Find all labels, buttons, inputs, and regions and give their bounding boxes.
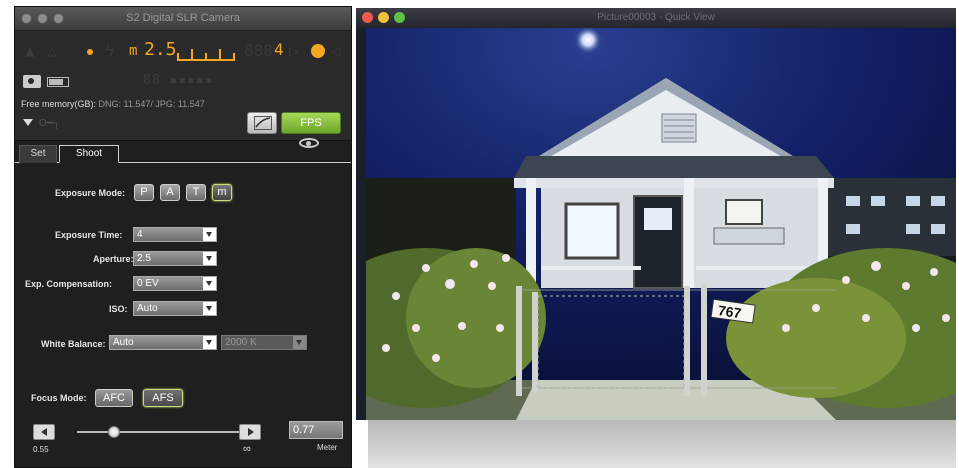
record-indicator bbox=[311, 44, 325, 58]
aperture-label: Aperture: bbox=[93, 254, 134, 264]
exposure-mode-label: Exposure Mode: bbox=[55, 188, 126, 198]
key-icon: O━┐ bbox=[39, 118, 60, 129]
camera-control-window: S2 Digital SLR Camera ▲ △ ϟ m 2.5 888 4 … bbox=[14, 6, 352, 468]
meter-unit-label: Meter bbox=[317, 443, 338, 452]
chevron-down-icon bbox=[203, 228, 216, 241]
exposure-time-select[interactable]: 4 bbox=[133, 227, 217, 242]
aperture-select[interactable]: 2.5 bbox=[133, 251, 217, 266]
led-dim-triangle: ▷ bbox=[289, 41, 299, 60]
mode-a-button[interactable]: A bbox=[160, 184, 180, 201]
quick-view-title-bar: Picture00003 - Quick View bbox=[356, 8, 956, 28]
chevron-down-icon bbox=[203, 302, 216, 315]
chevron-down-icon bbox=[203, 336, 216, 349]
led-count: 4 bbox=[274, 40, 284, 59]
free-memory-label: Free memory(GB): bbox=[21, 99, 97, 109]
kelvin-select[interactable]: 2000 K bbox=[221, 335, 307, 350]
exp-compensation-select[interactable]: 0 EV bbox=[133, 276, 217, 291]
fps-button[interactable]: FPS bbox=[281, 112, 341, 134]
afs-button[interactable]: AFS bbox=[143, 389, 183, 407]
iso-select[interactable]: Auto bbox=[133, 301, 217, 316]
mode-t-button[interactable]: T bbox=[186, 184, 206, 201]
chevron-down-icon bbox=[203, 252, 216, 265]
infinity-label: ∞ bbox=[243, 443, 251, 455]
focus-min-label: 0.55 bbox=[33, 445, 49, 454]
battery-icon bbox=[47, 77, 69, 87]
focus-near-button[interactable] bbox=[33, 424, 55, 440]
house-photo: 767 bbox=[366, 28, 956, 420]
focus-far-button[interactable] bbox=[239, 424, 261, 440]
exposure-scale bbox=[177, 41, 235, 61]
led-indicator-dot bbox=[87, 49, 93, 55]
tab-bar: Set Shoot bbox=[15, 143, 351, 163]
flash-icon: ϟ bbox=[105, 41, 115, 60]
photo-preview: 767 bbox=[366, 28, 956, 420]
quick-view-window: Picture00003 - Quick View 767 bbox=[356, 8, 956, 420]
camera-icon bbox=[23, 75, 41, 88]
chevron-down-icon bbox=[293, 336, 306, 349]
focus-distance-field[interactable]: 0.77 bbox=[289, 421, 343, 439]
camera-status-panel: ▲ △ ϟ m 2.5 888 4 ▷ ◁ 88 ▪▪▪▪▪ Free memo… bbox=[15, 31, 351, 148]
free-memory: Free memory(GB): DNG: 11.547/ JPG: 11.54… bbox=[21, 99, 205, 109]
house-number-text: 767 bbox=[717, 302, 743, 321]
exposure-time-label: Exposure Time: bbox=[55, 230, 123, 240]
tab-set[interactable]: Set bbox=[19, 145, 57, 163]
led-mode: m bbox=[129, 43, 138, 59]
control-title-bar: S2 Digital SLR Camera bbox=[15, 7, 351, 31]
led-aperture: 2.5 bbox=[144, 39, 177, 60]
white-balance-select[interactable]: Auto bbox=[109, 335, 217, 350]
focus-slider-track[interactable] bbox=[77, 431, 245, 433]
quick-view-title: Picture00003 - Quick View bbox=[597, 12, 715, 23]
white-balance-label: White Balance: bbox=[41, 339, 106, 349]
window-shadow-area bbox=[368, 420, 956, 468]
exp-compensation-label: Exp. Compensation: bbox=[25, 279, 113, 289]
disclosure-triangle-icon[interactable] bbox=[23, 119, 33, 126]
led-dim-digits: 888 bbox=[244, 41, 273, 60]
focus-slider-knob[interactable] bbox=[107, 426, 120, 438]
focus-mode-label: Focus Mode: bbox=[31, 393, 87, 403]
window-title: S2 Digital SLR Camera bbox=[126, 12, 240, 24]
curve-button[interactable] bbox=[247, 112, 277, 134]
free-memory-value: DNG: 11.547/ JPG: 11.547 bbox=[98, 99, 205, 109]
led-display: ▲ △ ϟ m 2.5 888 4 ▷ ◁ bbox=[19, 37, 349, 67]
shots-display: 88 ▪▪▪▪▪ bbox=[143, 73, 214, 88]
mode-p-button[interactable]: P bbox=[134, 184, 154, 201]
afc-button[interactable]: AFC bbox=[95, 389, 133, 407]
iso-label: ISO: bbox=[109, 304, 128, 314]
led-dim-arrow: ◁ bbox=[331, 41, 341, 60]
tab-shoot[interactable]: Shoot bbox=[59, 145, 119, 163]
chevron-down-icon bbox=[203, 277, 216, 290]
curve-icon bbox=[254, 116, 272, 130]
flash-warning-icon: △ bbox=[47, 41, 57, 60]
mode-m-button[interactable]: m bbox=[212, 184, 232, 201]
warning-icon: ▲ bbox=[25, 41, 35, 60]
